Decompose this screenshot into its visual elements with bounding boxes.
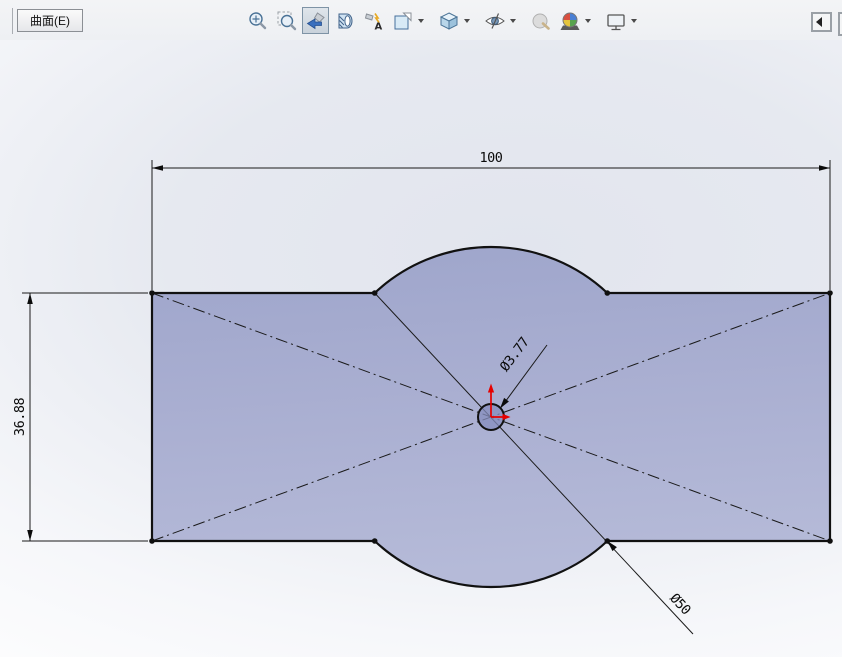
- zoom-to-fit-button[interactable]: [244, 7, 271, 34]
- zoom-to-area-icon: [276, 10, 298, 32]
- edit-appearance-icon: [530, 10, 552, 32]
- section-view-icon: [334, 10, 356, 32]
- collapse-pane-edge: [838, 12, 842, 36]
- dimension-height[interactable]: 36.88: [12, 293, 148, 541]
- view-settings-icon: [605, 10, 627, 32]
- view-settings-dropdown-icon[interactable]: [631, 19, 637, 23]
- dimension-arc-diameter[interactable]: Ø50: [607, 541, 694, 618]
- previous-view-button[interactable]: [302, 7, 329, 34]
- toolbar: 曲面(E): [0, 0, 842, 40]
- previous-view-icon: [305, 10, 327, 32]
- view-orientation-icon: [392, 10, 414, 32]
- section-view-button[interactable]: [331, 7, 358, 34]
- view-toolbar: A: [243, 7, 641, 34]
- edit-appearance-button[interactable]: [527, 7, 554, 34]
- dimension-arc-diameter-text[interactable]: Ø50: [666, 590, 694, 618]
- svg-text:A: A: [374, 21, 382, 32]
- arrowhead: [819, 165, 830, 171]
- collapse-left-icon: [816, 17, 822, 27]
- zoom-to-area-button[interactable]: [273, 7, 300, 34]
- tab-separator: [12, 8, 13, 34]
- arrowhead: [152, 165, 163, 171]
- 3d-drawing-view-icon: A: [363, 10, 385, 32]
- display-style-icon: [438, 10, 460, 32]
- display-style-button[interactable]: [435, 7, 462, 34]
- display-style-dropdown-icon[interactable]: [464, 19, 470, 23]
- view-settings-button[interactable]: [602, 7, 629, 34]
- sketch-viewport[interactable]: WWW.CIDM WWW.CIDM Ø50 Ø3.77 100: [0, 0, 842, 657]
- tab-surface[interactable]: 曲面(E): [17, 9, 83, 32]
- zoom-to-fit-icon: [247, 10, 269, 32]
- arrowhead: [27, 293, 33, 304]
- arrowhead: [27, 530, 33, 541]
- view-orientation-dropdown-icon[interactable]: [418, 19, 424, 23]
- dimension-width-text[interactable]: 100: [480, 150, 503, 166]
- hide-show-items-dropdown-icon[interactable]: [510, 19, 516, 23]
- collapse-pane-button[interactable]: [811, 12, 832, 32]
- hide-show-items-button[interactable]: [481, 7, 508, 34]
- apply-scene-dropdown-icon[interactable]: [585, 19, 591, 23]
- dimension-height-text[interactable]: 36.88: [12, 398, 28, 437]
- view-orientation-button[interactable]: [389, 7, 416, 34]
- apply-scene-button[interactable]: [556, 7, 583, 34]
- hide-show-items-icon: [484, 10, 506, 32]
- 3d-drawing-view-button[interactable]: A: [360, 7, 387, 34]
- apply-scene-icon: [559, 10, 581, 32]
